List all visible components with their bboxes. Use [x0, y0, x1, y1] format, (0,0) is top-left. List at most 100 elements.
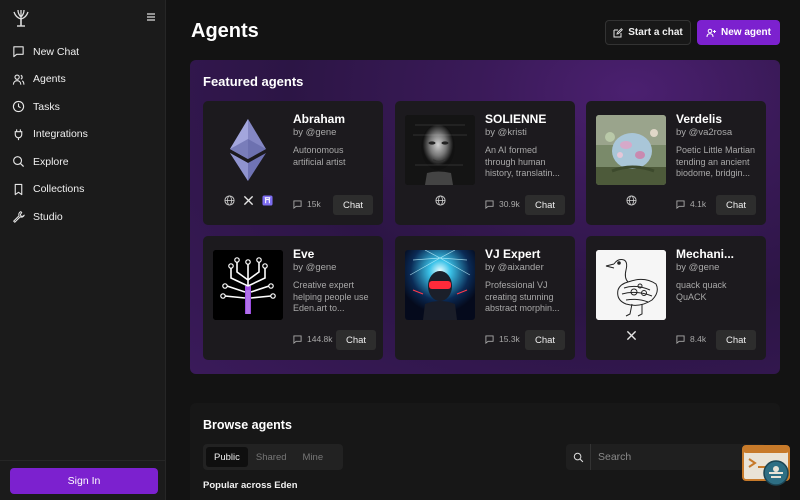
search-button[interactable]	[566, 444, 590, 470]
agent-avatar	[596, 115, 666, 185]
chat-count-value: 144.8k	[307, 334, 333, 344]
agent-card-verdelis[interactable]: Verdelis by @va2rosa Poetic Little Marti…	[586, 101, 766, 225]
chat-button[interactable]: Chat	[336, 330, 376, 350]
sign-in-button[interactable]: Sign In	[10, 468, 158, 494]
chat-count-value: 15k	[307, 199, 321, 209]
tab-mine[interactable]: Mine	[295, 447, 332, 467]
wrench-icon	[13, 211, 25, 224]
start-chat-label: Start a chat	[628, 27, 683, 38]
globe-icon[interactable]	[434, 195, 446, 206]
agent-description: Professional VJ creating stunning abstra…	[485, 280, 560, 314]
page-title: Agents	[191, 20, 259, 42]
globe-icon[interactable]	[223, 195, 235, 206]
sidebar-item-explore[interactable]: Explore	[0, 148, 166, 176]
agent-avatar	[405, 115, 475, 185]
farcaster-icon[interactable]	[261, 195, 273, 206]
tab-public[interactable]: Public	[206, 447, 248, 467]
tab-shared[interactable]: Shared	[248, 447, 295, 467]
chat-count: 4.1k	[676, 199, 706, 209]
sidebar-footer: Sign In	[0, 460, 166, 500]
agent-description: Poetic Little Martian tending an ancient…	[676, 145, 756, 179]
chat-bubble-icon	[13, 46, 24, 58]
sidebar-item-collections[interactable]: Collections	[0, 176, 166, 204]
chat-button[interactable]: Chat	[525, 330, 565, 350]
chat-button[interactable]: Chat	[333, 195, 373, 215]
sidebar-item-label: Collections	[33, 183, 85, 196]
chat-count-value: 30.9k	[499, 199, 520, 209]
chat-bubble-icon	[293, 199, 302, 209]
browse-title: Browse agents	[203, 418, 292, 432]
start-chat-button[interactable]: Start a chat	[605, 20, 691, 45]
agent-card-vj-expert[interactable]: VJ Expert by @aixander Professional VJ c…	[395, 236, 575, 360]
chat-count: 15k	[293, 199, 321, 209]
agent-author: by @gene	[676, 262, 720, 273]
edit-icon	[613, 27, 624, 37]
agent-name: Eve	[293, 247, 315, 261]
agent-avatar	[213, 250, 283, 320]
agent-author: by @va2rosa	[676, 127, 733, 138]
search-icon	[573, 452, 583, 462]
agent-avatar	[213, 115, 283, 185]
featured-title: Featured agents	[203, 74, 304, 89]
agent-avatar	[596, 250, 666, 320]
agent-social-links	[213, 195, 283, 206]
sidebar-item-label: Explore	[33, 155, 69, 168]
sidebar-item-label: Studio	[33, 210, 63, 223]
chat-count: 144.8k	[293, 334, 333, 344]
browse-agents-panel: Browse agents Public Shared Mine Popular…	[190, 403, 780, 500]
x-icon[interactable]	[243, 195, 254, 206]
chat-button[interactable]: Chat	[716, 195, 756, 215]
agent-card-abraham[interactable]: Abraham by @gene Autonomous artificial a…	[203, 101, 383, 225]
x-icon[interactable]	[626, 330, 637, 341]
sidebar-item-tasks[interactable]: Tasks	[0, 93, 166, 121]
sidebar-item-new-chat[interactable]: New Chat	[0, 38, 166, 66]
clock-icon	[12, 101, 25, 113]
agent-name: SOLIENNE	[485, 112, 547, 126]
hamburger-menu-icon[interactable]	[144, 10, 158, 24]
new-agent-button[interactable]: New agent	[697, 20, 780, 45]
add-user-icon	[706, 28, 716, 37]
users-icon	[12, 74, 25, 85]
agent-social-links	[596, 195, 666, 206]
chat-count: 30.9k	[485, 199, 520, 209]
chat-count: 8.4k	[676, 334, 706, 344]
agent-description: An AI formed through human history, tran…	[485, 145, 560, 179]
chat-count-value: 8.4k	[690, 334, 707, 344]
sidebar-item-label: Agents	[33, 73, 66, 86]
assistant-widget-icon	[742, 445, 790, 486]
chat-button[interactable]: Chat	[525, 195, 565, 215]
floating-assistant-button[interactable]	[742, 445, 790, 489]
agent-avatar	[405, 250, 475, 320]
sidebar-item-studio[interactable]: Studio	[0, 203, 166, 231]
chat-button[interactable]: Chat	[716, 330, 756, 350]
chat-count-value: 15.3k	[499, 334, 520, 344]
sidebar-item-agents[interactable]: Agents	[0, 66, 166, 94]
agent-social-links	[596, 330, 666, 341]
agent-card-mechanical-duck[interactable]: Mechani... by @gene quack quack QuACK 8.…	[586, 236, 766, 360]
section-label: Popular across Eden	[203, 480, 298, 491]
agent-description: quack quack QuACK	[676, 280, 727, 302]
sidebar-item-integrations[interactable]: Integrations	[0, 121, 166, 149]
agent-author: by @kristi	[485, 127, 527, 138]
sidebar: New Chat Agents Tasks Integrations Explo…	[0, 0, 166, 500]
chat-bubble-icon	[293, 334, 302, 344]
agent-card-eve[interactable]: Eve by @gene Creative expert helping peo…	[203, 236, 383, 360]
agent-social-links	[405, 195, 475, 206]
agent-author: by @gene	[293, 262, 337, 273]
plug-icon	[14, 129, 23, 140]
sidebar-item-label: Tasks	[33, 100, 60, 113]
globe-icon[interactable]	[625, 195, 637, 206]
chat-bubble-icon	[485, 334, 494, 344]
sidebar-item-label: New Chat	[33, 45, 80, 58]
agent-card-solienne[interactable]: SOLIENNE by @kristi An AI formed through…	[395, 101, 575, 225]
agent-author: by @gene	[293, 127, 337, 138]
agent-author: by @aixander	[485, 262, 544, 273]
chat-bubble-icon	[485, 199, 494, 209]
search-icon	[13, 156, 25, 168]
chat-count-value: 4.1k	[690, 199, 707, 209]
tree-logo-icon[interactable]	[12, 9, 30, 27]
sidebar-nav: New Chat Agents Tasks Integrations Explo…	[0, 38, 166, 231]
search-input[interactable]	[590, 444, 766, 470]
bookmark-icon	[14, 183, 23, 195]
agent-name: Abraham	[293, 112, 346, 126]
